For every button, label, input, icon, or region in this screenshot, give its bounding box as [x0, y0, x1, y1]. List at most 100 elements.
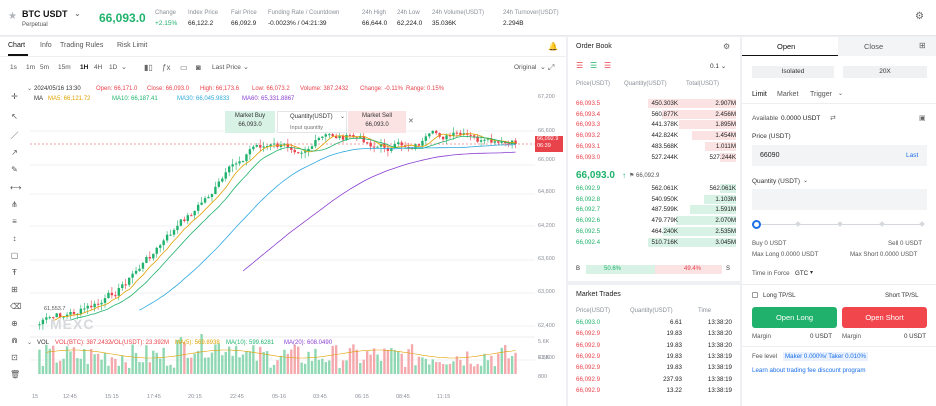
open-short-button[interactable]: Open Short [842, 307, 927, 328]
trash-icon[interactable]: 🗑 [10, 370, 20, 379]
view-asks-icon[interactable]: ☰ [604, 61, 611, 70]
bid-row[interactable]: 66,092.7 487.599K 1.591M [576, 205, 736, 215]
open-long-button[interactable]: Open Long [752, 307, 837, 328]
magnet-icon[interactable]: ⋒ [10, 336, 19, 345]
brush-icon[interactable]: ✎ [10, 165, 19, 174]
measure-icon[interactable]: ⊞ [10, 285, 19, 294]
tab-trading-rules[interactable]: Trading Rules [60, 42, 103, 49]
quantity-slider[interactable] [752, 219, 927, 231]
bid-qty: 540.950K [651, 195, 679, 203]
fib-icon[interactable]: ≡ [10, 217, 19, 226]
fullscreen-icon[interactable]: ⤢ [548, 63, 554, 73]
symbol-name[interactable]: BTC USDT [22, 9, 68, 19]
trend-line-icon[interactable]: ／ [10, 131, 19, 140]
order-type-trigger[interactable]: Trigger [810, 91, 832, 98]
bid-row[interactable]: 66,092.5 464.240K 2.535M [576, 226, 736, 237]
tab-open[interactable]: Open [777, 42, 795, 51]
zoom-icon[interactable]: ⊕ [10, 319, 19, 328]
quantity-input[interactable] [752, 189, 927, 210]
vol-btc: VOL(BTC): 387.2432 [55, 340, 112, 346]
candle-type-icon[interactable]: ▮▯ [144, 63, 153, 72]
time-axis-tick: 17:45 [147, 394, 161, 400]
vertical-line-icon[interactable]: ↕ [10, 234, 19, 243]
interval-1s[interactable]: 1s [10, 64, 17, 71]
settings-sliders-icon[interactable]: ⚙ [915, 11, 924, 22]
settings-icon[interactable]: ⚙ [723, 42, 730, 51]
market-buy-button[interactable]: Market Buy 66,093.0 [225, 111, 275, 133]
collapse-icon[interactable]: ⌄ [27, 339, 32, 346]
leverage-button[interactable]: 20X [843, 66, 927, 78]
ask-row[interactable]: 66,093.5 450.303K 2.907M [576, 99, 736, 109]
close-icon[interactable]: ✕ [408, 117, 414, 125]
fee-discount-link[interactable]: Learn about trading fee discount program [752, 367, 866, 374]
volume-bar [224, 351, 227, 374]
favorite-star-icon[interactable]: ★ [8, 11, 17, 22]
interval-4h[interactable]: 4H [94, 64, 102, 71]
chevron-down-icon[interactable]: ⌄ [74, 9, 81, 18]
candle [117, 283, 120, 301]
ray-icon[interactable]: ↗ [10, 148, 19, 157]
interval-1h[interactable]: 1H [80, 64, 88, 71]
bell-icon[interactable]: 🔔 [548, 42, 558, 51]
bid-row[interactable]: 66,092.9 562.061K 562.061K [576, 184, 736, 194]
lock-icon[interactable]: ⊡ [10, 353, 19, 362]
margin-mode-button[interactable]: Isolated [752, 66, 834, 78]
layout-icon[interactable]: ▭ [180, 63, 188, 72]
bid-row[interactable]: 66,092.8 540.950K 1.103M [576, 194, 736, 205]
camera-icon[interactable]: ◙ [196, 63, 201, 72]
interval-15m[interactable]: 15m [58, 64, 71, 71]
ask-row[interactable]: 66,093.1 483.568K 1.011M [576, 141, 736, 152]
view-both-icon[interactable]: ☰ [576, 61, 583, 70]
volume-bar [83, 349, 86, 374]
tab-risk-limit[interactable]: Risk Limit [117, 42, 147, 49]
chevron-down-icon[interactable]: ⌄ [121, 63, 127, 71]
order-type-limit[interactable]: Limit [752, 91, 767, 98]
volume-bar [403, 366, 407, 374]
text-icon[interactable]: Ŧ [10, 268, 19, 277]
bid-row[interactable]: 66,092.6 479.779K 2.070M [576, 216, 736, 226]
tab-chart[interactable]: Chart [8, 42, 25, 49]
horizontal-line-icon[interactable]: ⟷ [10, 183, 21, 192]
view-bids-icon[interactable]: ☰ [590, 61, 597, 70]
tab-close[interactable]: Close [864, 42, 883, 51]
ask-price: 66,093.1 [576, 142, 601, 150]
slider-handle[interactable] [752, 220, 761, 229]
quick-qty-input[interactable] [288, 123, 344, 132]
interval-5m[interactable]: 5m [40, 64, 49, 71]
tab-info[interactable]: Info [40, 42, 52, 49]
candle [228, 165, 231, 177]
order-type-market[interactable]: Market [777, 91, 798, 98]
calculator-icon[interactable]: ⊞ [919, 41, 926, 50]
candle [131, 270, 134, 284]
collapse-icon[interactable]: ⌄ [27, 85, 32, 92]
deposit-icon[interactable]: ▣ [919, 114, 926, 122]
rectangle-icon[interactable]: ▢ [10, 251, 19, 260]
indicator-icon[interactable]: ƒx [162, 63, 170, 72]
long-tpsl-checkbox[interactable] [752, 292, 758, 298]
crosshair-icon[interactable]: ✛ [10, 92, 19, 101]
cursor-icon[interactable]: ↖ [10, 112, 19, 121]
candle [176, 220, 179, 234]
price-input[interactable] [752, 145, 927, 166]
bid-qty: 510.716K [651, 238, 679, 246]
last-price-select[interactable]: Last Price [212, 64, 241, 71]
chevron-down-icon[interactable]: ⌄ [803, 177, 808, 184]
ask-row[interactable]: 66,093.4 560.877K 2.456M [576, 109, 736, 120]
bid-row[interactable]: 66,092.4 510.716K 3.045M [576, 237, 736, 248]
ask-row[interactable]: 66,093.0 527.244K 527.244K [576, 152, 736, 163]
pitchfork-icon[interactable]: ⋔ [10, 200, 19, 209]
bid-total: 2.070M [715, 217, 736, 225]
precision-select[interactable]: 0.1 ⌄ [710, 62, 726, 70]
interval-1m[interactable]: 1m [26, 64, 35, 71]
eraser-icon[interactable]: ⌫ [10, 302, 21, 311]
last-price-button[interactable]: Last [906, 152, 918, 159]
tif-select[interactable]: GTC [795, 270, 808, 277]
transfer-icon[interactable]: ⇄ [830, 114, 836, 122]
market-sell-button[interactable]: Market Sell 66,093.0 [348, 111, 406, 133]
volume-bar [127, 367, 131, 374]
quick-qty-label[interactable]: Quantity(USDT) [290, 114, 333, 120]
ask-row[interactable]: 66,093.2 442.824K 1.454M [576, 131, 736, 141]
chart-mode-select[interactable]: Original [514, 64, 536, 71]
interval-1d[interactable]: 1D [109, 64, 117, 71]
ask-row[interactable]: 66,093.3 441.378K 1.895M [576, 120, 736, 130]
